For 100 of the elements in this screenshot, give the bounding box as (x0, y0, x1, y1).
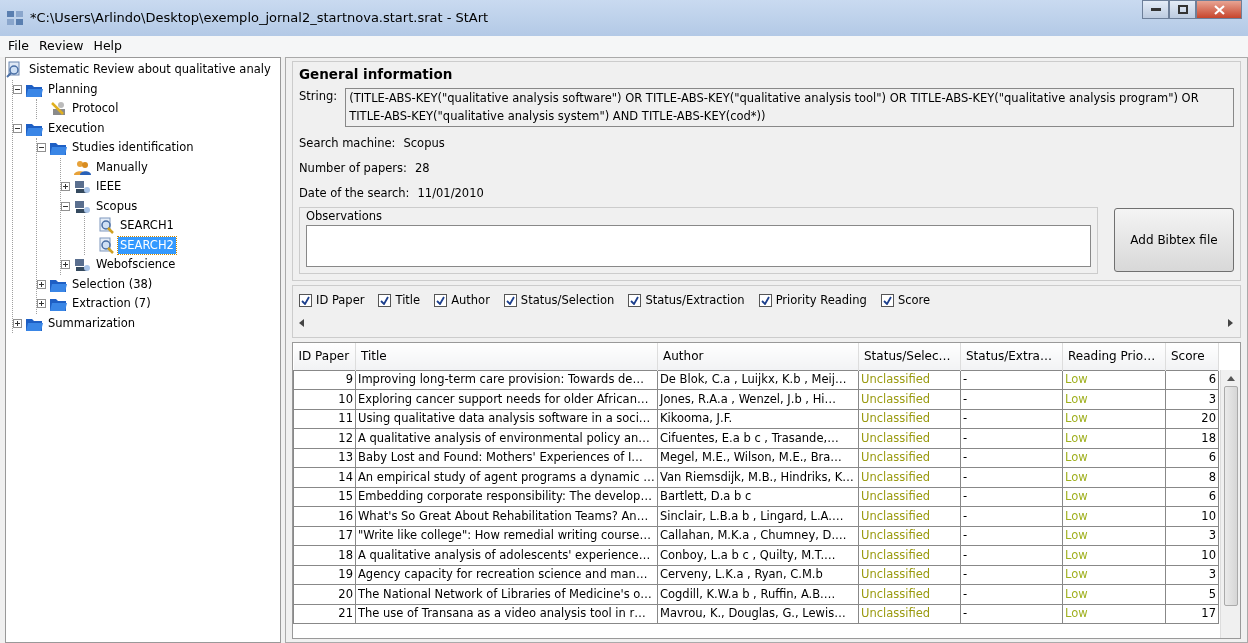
checkbox-label[interactable]: Title (395, 291, 421, 309)
minimize-icon (1150, 7, 1161, 12)
menu-item[interactable]: Help (89, 37, 127, 56)
tree-item[interactable]: Studies identification (70, 139, 196, 157)
field-label: Number of papers: (299, 160, 407, 177)
checkbox-label[interactable]: Score (897, 291, 931, 309)
expand-icon[interactable] (61, 182, 70, 192)
table-cell: - (960, 604, 1063, 624)
checkbox[interactable] (503, 293, 517, 307)
tree-item[interactable]: Webofscience (94, 256, 178, 274)
minimize-button[interactable] (1142, 0, 1169, 19)
tree-item[interactable]: SEARCH1 (118, 217, 176, 235)
tree-item[interactable]: Protocol (70, 100, 121, 118)
maximize-button[interactable] (1169, 0, 1196, 19)
field-label: Date of the search: (299, 185, 410, 203)
table-cell: Unclassified (858, 545, 961, 565)
checkbox-label[interactable]: ID Paper (316, 291, 365, 309)
table-cell: Unclassified (858, 448, 961, 468)
table-cell: Improving long-term care provision: Towards de… (355, 370, 658, 390)
scroll-left-icon[interactable] (299, 317, 305, 329)
tree-item[interactable]: Manually (94, 158, 150, 176)
checkbox-label[interactable]: Priority Reading (775, 291, 867, 309)
tree-item[interactable]: IEEE (94, 178, 124, 196)
column-header[interactable]: Status/Extra… (960, 343, 1063, 370)
search-icon (97, 217, 115, 235)
checkbox[interactable] (378, 293, 392, 307)
expand-icon[interactable] (61, 260, 70, 270)
table-cell: 17 (293, 526, 356, 546)
table-cell: Unclassified (858, 584, 961, 604)
checkbox[interactable] (628, 293, 642, 307)
search-icon (97, 236, 115, 254)
table-cell: Jones, R.A.a , Wenzel, J.b , Hi… (657, 389, 859, 409)
tree-item[interactable]: Summarization (46, 314, 138, 332)
expand-icon[interactable] (13, 318, 22, 328)
checkbox-label[interactable]: Status/Selection (520, 291, 615, 309)
collapse-icon[interactable] (13, 123, 22, 133)
table-cell: Unclassified (858, 428, 961, 448)
add-bibtex-button[interactable]: Add Bibtex file (1114, 208, 1234, 273)
table-cell: 6 (1165, 370, 1219, 390)
checkbox-label[interactable]: Author (451, 291, 490, 309)
table-cell: 5 (1165, 584, 1219, 604)
table-cell: 10 (293, 389, 356, 409)
computer-icon (73, 256, 91, 274)
table-cell: Conboy, L.a b c , Quilty, M.T.… (657, 545, 859, 565)
table-cell: - (960, 389, 1063, 409)
table-cell: - (960, 370, 1063, 390)
table-cell: Sinclair, L.B.a b , Lingard, L.A.… (657, 506, 859, 526)
close-button[interactable] (1196, 0, 1242, 19)
table-cell: 16 (293, 506, 356, 526)
table-cell: 18 (293, 545, 356, 565)
tree-item[interactable]: Execution (46, 119, 107, 137)
table-cell: 17 (1165, 604, 1219, 624)
table-cell: 20 (293, 584, 356, 604)
tree-item[interactable]: Selection (38) (70, 275, 155, 293)
table-cell: 8 (1165, 467, 1219, 487)
tree-item[interactable]: Scopus (94, 197, 140, 215)
menu-item[interactable]: File (4, 37, 33, 56)
collapse-icon[interactable] (37, 143, 46, 153)
table-cell: Van Riemsdijk, M.B., Hindriks, K… (657, 467, 859, 487)
table-cell: - (960, 428, 1063, 448)
table-cell: Low (1062, 487, 1166, 507)
table-cell: Bartlett, D.a b c (657, 487, 859, 507)
table-cell: Unclassified (858, 389, 961, 409)
table-cell: Low (1062, 584, 1166, 604)
tree-item[interactable]: Extraction (7) (70, 295, 153, 313)
observations-field[interactable] (306, 224, 1091, 267)
section-heading: General information (299, 65, 454, 84)
scroll-right-icon[interactable] (1228, 317, 1234, 329)
scroll-up-icon[interactable] (1226, 376, 1235, 382)
checkbox[interactable] (434, 293, 448, 307)
table-cell: Unclassified (858, 487, 961, 507)
expand-icon[interactable] (37, 299, 46, 309)
column-header[interactable]: Score (1165, 343, 1219, 370)
vertical-scrollbar[interactable] (1220, 370, 1240, 638)
table-cell: Low (1062, 526, 1166, 546)
column-header[interactable]: Status/Selec… (858, 343, 961, 370)
table-cell: A qualitative analysis of environmental policy an… (355, 428, 658, 448)
column-header[interactable]: Reading Prio… (1062, 343, 1166, 370)
checkbox[interactable] (758, 293, 772, 307)
table-cell: Unclassified (858, 409, 961, 429)
column-header[interactable]: ID Paper (293, 343, 356, 370)
collapse-icon[interactable] (13, 84, 22, 94)
table-cell: 6 (1165, 487, 1219, 507)
checkbox[interactable] (880, 293, 894, 307)
table-cell: - (960, 506, 1063, 526)
expand-icon[interactable] (37, 279, 46, 289)
maximize-icon (1177, 5, 1188, 14)
table-cell: What's So Great About Rehabilitation Teams? An… (355, 506, 658, 526)
checkbox-label[interactable]: Status/Extraction (645, 291, 745, 309)
table-cell: De Blok, C.a , Luijkx, K.b , Meij… (657, 370, 859, 390)
column-header[interactable]: Title (355, 343, 658, 370)
tree-item[interactable]: Planning (46, 80, 100, 98)
collapse-icon[interactable] (61, 201, 70, 211)
table-cell: Low (1062, 370, 1166, 390)
column-header[interactable]: Author (657, 343, 859, 370)
tree-item[interactable]: Sistematic Review about qualitative analy (27, 61, 273, 79)
table-cell: - (960, 467, 1063, 487)
checkbox[interactable] (299, 293, 312, 307)
table-cell: 3 (1165, 526, 1219, 546)
menu-item[interactable]: Review (34, 37, 88, 56)
